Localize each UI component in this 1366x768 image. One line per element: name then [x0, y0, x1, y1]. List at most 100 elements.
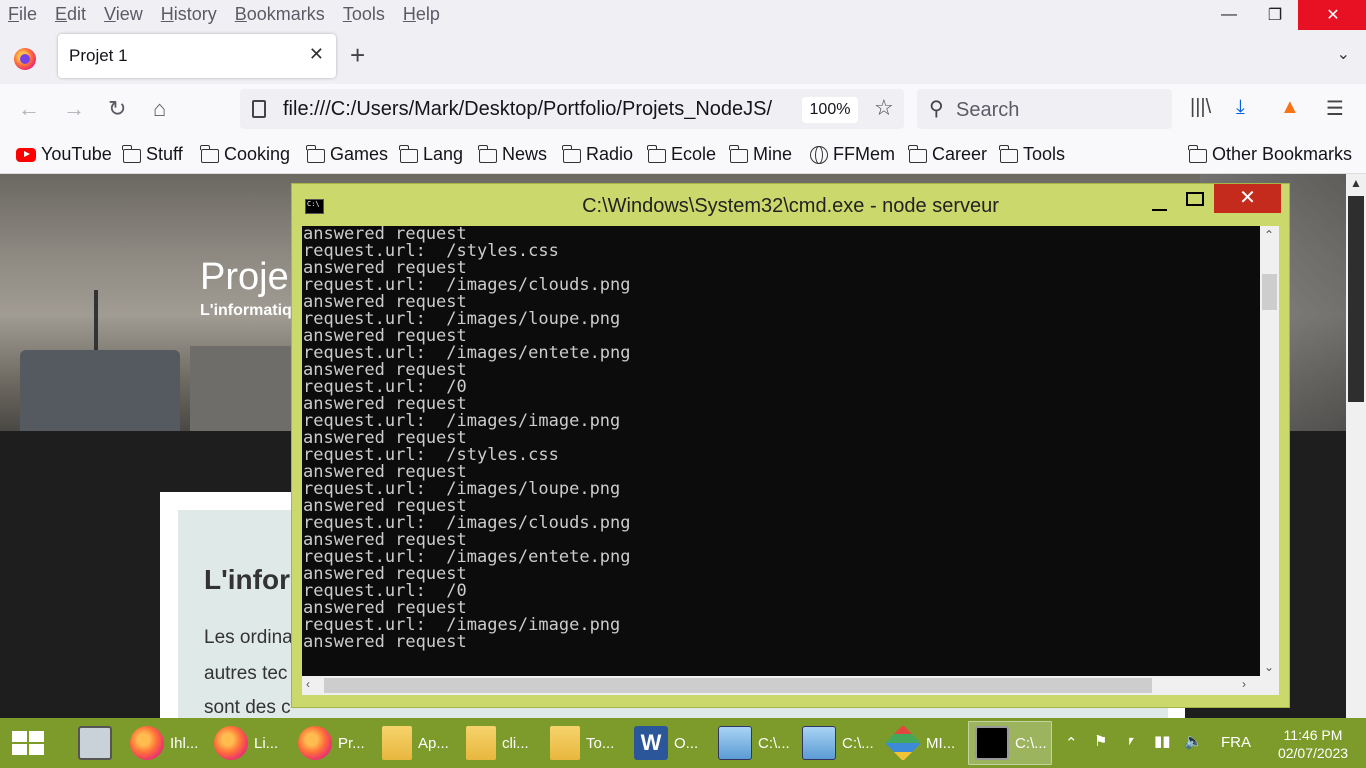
folder-icon [382, 726, 412, 760]
home-icon[interactable]: ⌂ [153, 96, 166, 122]
console-output[interactable]: answered request request.url: /styles.css… [302, 226, 1260, 676]
taskbar-item[interactable]: Li... [208, 721, 288, 765]
antenna-mast [94, 290, 98, 352]
tab-close-icon[interactable]: ✕ [309, 44, 324, 65]
list-all-tabs-icon[interactable]: ⌄ [1337, 44, 1350, 64]
bookmark-news[interactable]: News [478, 144, 547, 165]
taskbar-item[interactable]: To... [544, 721, 624, 765]
folder-icon [647, 144, 666, 163]
zoom-level-button[interactable]: 100% [802, 97, 858, 123]
volume-icon[interactable]: 🔈 [1184, 732, 1203, 768]
reload-icon[interactable]: ↻ [108, 96, 126, 122]
cmd-close-button[interactable]: ✕ [1214, 184, 1281, 213]
bookmark-youtube[interactable]: YouTube [16, 144, 112, 165]
folder-icon [908, 144, 927, 163]
tab-bar: Projet 1 ✕ + ⌄ [0, 30, 1366, 84]
bookmark-mine[interactable]: Mine [729, 144, 792, 165]
bookmark-cooking[interactable]: Cooking [200, 144, 290, 165]
taskbar-item[interactable]: C:\... [968, 721, 1052, 765]
close-window-button[interactable]: ✕ [1298, 0, 1366, 30]
minimize-button[interactable]: — [1206, 0, 1252, 30]
bookmark-radio[interactable]: Radio [562, 144, 634, 165]
menu-tools[interactable]: Tools [343, 4, 385, 25]
bookmark-ecole[interactable]: Ecole [647, 144, 716, 165]
forward-icon[interactable]: → [63, 96, 85, 122]
taskbar-item[interactable]: C:\... [796, 721, 876, 765]
scroll-left-icon[interactable]: ‹ [306, 677, 310, 691]
language-indicator[interactable]: FRA [1221, 734, 1251, 768]
taskbar-item[interactable]: Pr... [292, 721, 372, 765]
library-icon[interactable]: |||\ [1190, 96, 1211, 119]
console-scroll-thumb[interactable] [1262, 274, 1277, 310]
network-icon[interactable]: ▮▮ [1154, 732, 1171, 768]
taskbar-item[interactable] [72, 721, 120, 765]
restore-button[interactable]: ❐ [1252, 0, 1298, 30]
bookmark-ffmem[interactable]: FFMem [810, 144, 895, 165]
firefox-icon [130, 726, 164, 760]
bookmark-label: Radio [586, 144, 634, 164]
taskbar-item[interactable]: C:\... [712, 721, 792, 765]
taskbar-item-label: C:\... [758, 734, 790, 752]
menu-history[interactable]: History [161, 4, 217, 25]
resize-grip[interactable] [1260, 676, 1279, 695]
cmd-title-bar[interactable]: C:\Windows\System32\cmd.exe - node serve… [292, 184, 1289, 226]
cmd-window[interactable]: C:\Windows\System32\cmd.exe - node serve… [291, 183, 1290, 708]
firefox-menu-icon[interactable] [14, 48, 36, 70]
bookmark-lang[interactable]: Lang [399, 144, 463, 165]
menu-bookmarks[interactable]: Bookmarks [235, 4, 325, 25]
back-icon[interactable]: ← [18, 96, 40, 122]
folder-icon [550, 726, 580, 760]
scroll-up-icon[interactable]: ⌃ [1264, 228, 1274, 242]
taskbar-item[interactable]: W O... [628, 721, 708, 765]
console-hscroll-thumb[interactable] [324, 678, 1152, 693]
article-paragraph-line: autres tec [204, 663, 288, 684]
console-vertical-scrollbar[interactable]: ⌃ ⌄ [1260, 226, 1279, 676]
page-scroll-thumb[interactable] [1348, 196, 1364, 402]
url-bar[interactable]: file:///C:/Users/Mark/Desktop/Portfolio/… [240, 89, 904, 129]
url-text[interactable]: file:///C:/Users/Mark/Desktop/Portfolio/… [283, 98, 793, 121]
bookmark-label: Career [932, 144, 988, 164]
extension-icon[interactable]: ▲ [1280, 96, 1300, 119]
bookmark-other-bookmarks[interactable]: Other Bookmarks [1188, 144, 1352, 165]
cmd-icon [975, 726, 1009, 760]
article-paragraph-line: sont des c [204, 697, 291, 718]
taskbar-item[interactable]: Ap... [376, 721, 456, 765]
search-bar[interactable]: ⚲ Search [917, 89, 1172, 129]
console-horizontal-scrollbar[interactable]: ‹ › [302, 676, 1260, 695]
scroll-right-icon[interactable]: › [1242, 677, 1246, 691]
folder-icon [122, 144, 141, 163]
bookmark-career[interactable]: Career [908, 144, 988, 165]
menu-help[interactable]: Help [403, 4, 440, 25]
menu-bar: File Edit View History Bookmarks Tools H… [0, 0, 1366, 30]
menu-view[interactable]: View [104, 4, 143, 25]
power-icon[interactable]: ⎖ [1125, 732, 1137, 768]
bookmark-star-icon[interactable]: ☆ [874, 95, 894, 121]
youtube-icon [16, 147, 36, 162]
taskbar-item[interactable]: cli... [460, 721, 540, 765]
tab-projet-1[interactable]: Projet 1 ✕ [58, 34, 336, 78]
taskbar-item[interactable]: MI... [880, 721, 964, 765]
new-tab-button[interactable]: + [350, 42, 365, 68]
bookmark-label: FFMem [833, 144, 895, 164]
taskbar-item-label: Ihl... [170, 734, 199, 752]
windows-start-icon[interactable] [12, 731, 46, 757]
system-clock[interactable]: 11:46 PM 02/07/2023 [1268, 726, 1358, 762]
cmd-minimize-button[interactable] [1144, 190, 1174, 220]
taskbar-item[interactable]: Ihl... [124, 721, 204, 765]
firefox-icon [214, 726, 248, 760]
scroll-up-icon[interactable]: ▲ [1350, 176, 1362, 190]
cmd-maximize-button[interactable] [1186, 192, 1204, 206]
menu-edit[interactable]: Edit [55, 4, 86, 25]
folder-icon [466, 726, 496, 760]
page-scrollbar[interactable]: ▲ [1346, 174, 1366, 718]
taskbar-item-label: MI... [926, 734, 956, 752]
flag-icon[interactable]: ⚑ [1094, 732, 1107, 768]
menu-file[interactable]: File [8, 4, 37, 25]
scroll-down-icon[interactable]: ⌄ [1264, 660, 1274, 674]
app-menu-icon[interactable]: ☰ [1326, 96, 1344, 121]
downloads-icon[interactable]: ⤓ [1236, 96, 1245, 119]
show-hidden-icons-icon[interactable]: ⌃ [1065, 734, 1078, 768]
bookmark-games[interactable]: Games [306, 144, 388, 165]
bookmark-tools[interactable]: Tools [999, 144, 1065, 165]
bookmark-stuff[interactable]: Stuff [122, 144, 183, 165]
